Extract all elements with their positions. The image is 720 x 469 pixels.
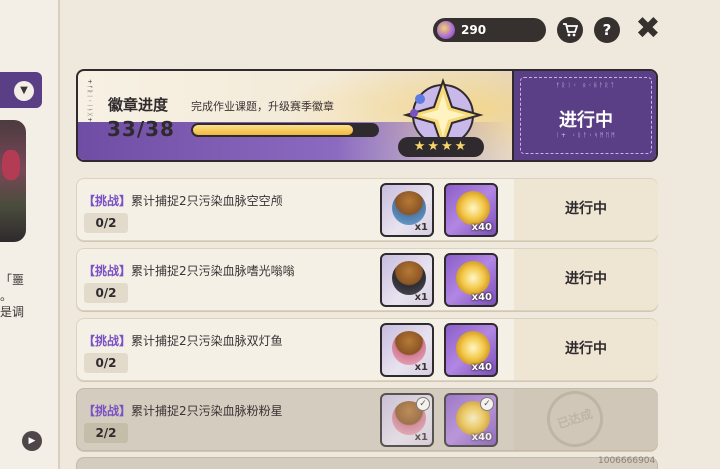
reward-quantity: x1 bbox=[414, 362, 428, 373]
reward-item-coin[interactable]: x40 bbox=[444, 253, 498, 307]
badge-progress-count: 33/38 bbox=[107, 117, 175, 141]
reward-quantity: x40 bbox=[471, 292, 492, 303]
quest-item-partial[interactable] bbox=[76, 457, 658, 469]
badge-progress-fill bbox=[193, 125, 353, 135]
quest-status: 进行中 bbox=[514, 179, 658, 240]
gem-icon bbox=[437, 21, 455, 39]
reward-quantity: x40 bbox=[471, 222, 492, 233]
status-deco-bottom: ᛁ+ ᚲᚱᚨᚲᛋᛗᛖᛗ bbox=[555, 132, 617, 139]
badge-progress-bar bbox=[191, 123, 379, 137]
reward-item-acorn[interactable]: x1 ✓ bbox=[380, 393, 434, 447]
quest-description: 累计捕捉2只污染血脉空空颅 bbox=[131, 194, 283, 208]
reward-quantity: x1 bbox=[414, 222, 428, 233]
acorn-icon bbox=[392, 261, 426, 295]
quest-item[interactable]: 【挑战】累计捕捉2只污染血脉空空颅 0/2 x1 x40 进行中 bbox=[76, 178, 658, 241]
reward-quantity: x40 bbox=[471, 432, 492, 443]
quest-description: 累计捕捉2只污染血脉粉粉星 bbox=[131, 404, 283, 418]
reward-item-coin[interactable]: x40 bbox=[444, 323, 498, 377]
reward-quantity: x1 bbox=[414, 292, 428, 303]
reward-quantity: x40 bbox=[471, 362, 492, 373]
acorn-icon bbox=[392, 331, 426, 365]
completed-stamp: 已达成 bbox=[539, 383, 611, 455]
badge-status-text: 进行中 bbox=[559, 110, 613, 131]
reward-item-coin[interactable]: x40 ✓ bbox=[444, 393, 498, 447]
reward-quantity: x1 bbox=[414, 432, 428, 443]
coin-icon bbox=[456, 331, 490, 365]
quest-item-completed[interactable]: 【挑战】累计捕捉2只污染血脉粉粉星 2/2 x1 ✓ x40 ✓ 已达成 bbox=[76, 383, 658, 455]
banner-side-deco: +ᚠᚱᛁᚲᛁᚾᚷ+ bbox=[86, 79, 93, 124]
quest-item[interactable]: 【挑战】累计捕捉2只污染血脉双灯鱼 0/2 x1 x40 进行中 bbox=[76, 318, 658, 381]
left-panel-line: 是调 bbox=[0, 305, 25, 319]
reward-item-acorn[interactable]: x1 bbox=[380, 323, 434, 377]
quest-progress: 0/2 bbox=[84, 353, 128, 373]
left-panel-line: 「噩 bbox=[0, 273, 25, 287]
quest-title: 【挑战】累计捕捉2只污染血脉嗜光嗡嗡 bbox=[83, 262, 295, 279]
character-portrait bbox=[0, 120, 26, 242]
help-button[interactable]: ? bbox=[594, 17, 620, 43]
badge-progress-title: 徽章进度 bbox=[108, 96, 169, 114]
cart-icon bbox=[563, 23, 579, 37]
badge-status-panel: ᚠᚱᛁᚲ ᛟᚲᚺᚨᚱᛏ 进行中 ᛁ+ ᚲᚱᚨᚲᛋᛗᛖᛗ bbox=[512, 71, 656, 160]
quest-description: 累计捕捉2只污染血脉双灯鱼 bbox=[131, 334, 283, 348]
reward-item-coin[interactable]: x40 bbox=[444, 183, 498, 237]
quest-progress: 0/2 bbox=[84, 213, 128, 233]
status-frame: ᚠᚱᛁᚲ ᛟᚲᚺᚨᚱᛏ 进行中 ᛁ+ ᚲᚱᚨᚲᛋᛗᛖᛗ bbox=[520, 77, 652, 154]
check-icon: ✓ bbox=[416, 397, 430, 411]
quest-tag: 【挑战】 bbox=[83, 264, 132, 278]
quest-description: 累计捕捉2只污染血脉嗜光嗡嗡 bbox=[131, 264, 295, 278]
quest-status: 进行中 bbox=[514, 249, 658, 310]
quest-status-panel: 已达成 bbox=[514, 383, 658, 455]
reward-item-acorn[interactable]: x1 bbox=[380, 183, 434, 237]
left-side-panel: ▼ 「噩 。 是调 ▶ bbox=[0, 0, 60, 469]
close-icon: ✖ bbox=[635, 11, 661, 46]
check-icon: ✓ bbox=[480, 397, 494, 411]
quest-title: 【挑战】累计捕捉2只污染血脉粉粉星 bbox=[83, 402, 283, 419]
left-panel-line: 。 bbox=[0, 289, 13, 303]
quest-status: 进行中 bbox=[514, 319, 658, 380]
acorn-icon bbox=[392, 191, 426, 225]
badge-progress-banner: +ᚠᚱᛁᚲᛁᚾᚷ+ 徽章进度 完成作业课题，升级赛季徽章 33/38 ★★★★ … bbox=[76, 69, 658, 162]
left-panel-text: 「噩 。 是调 bbox=[0, 272, 30, 320]
quest-item[interactable]: 【挑战】累计捕捉2只污染血脉嗜光嗡嗡 0/2 x1 x40 进行中 bbox=[76, 248, 658, 311]
badge-progress-subtitle: 完成作业课题，升级赛季徽章 bbox=[191, 100, 334, 113]
shop-button[interactable] bbox=[557, 17, 583, 43]
close-button[interactable]: ✖ bbox=[634, 14, 662, 44]
help-icon: ? bbox=[602, 21, 612, 39]
dropdown-icon[interactable]: ▼ bbox=[14, 81, 34, 101]
quest-progress: 0/2 bbox=[84, 283, 128, 303]
currency-value: 290 bbox=[461, 23, 487, 37]
play-icon[interactable]: ▶ bbox=[22, 431, 42, 451]
quest-tag: 【挑战】 bbox=[83, 404, 132, 418]
currency-display: 290 bbox=[433, 18, 546, 42]
reward-item-acorn[interactable]: x1 bbox=[380, 253, 434, 307]
user-id: 1006666904 bbox=[598, 456, 656, 466]
quest-progress: 2/2 bbox=[84, 423, 128, 443]
quest-tag: 【挑战】 bbox=[83, 194, 132, 208]
badge-star-rating: ★★★★ bbox=[398, 137, 484, 157]
quest-title: 【挑战】累计捕捉2只污染血脉双灯鱼 bbox=[83, 332, 283, 349]
status-deco-top: ᚠᚱᛁᚲ ᛟᚲᚺᚨᚱᛏ bbox=[556, 82, 616, 89]
quest-title: 【挑战】累计捕捉2只污染血脉空空颅 bbox=[83, 192, 283, 209]
quest-tag: 【挑战】 bbox=[83, 334, 132, 348]
coin-icon bbox=[456, 261, 490, 295]
coin-icon bbox=[456, 191, 490, 225]
